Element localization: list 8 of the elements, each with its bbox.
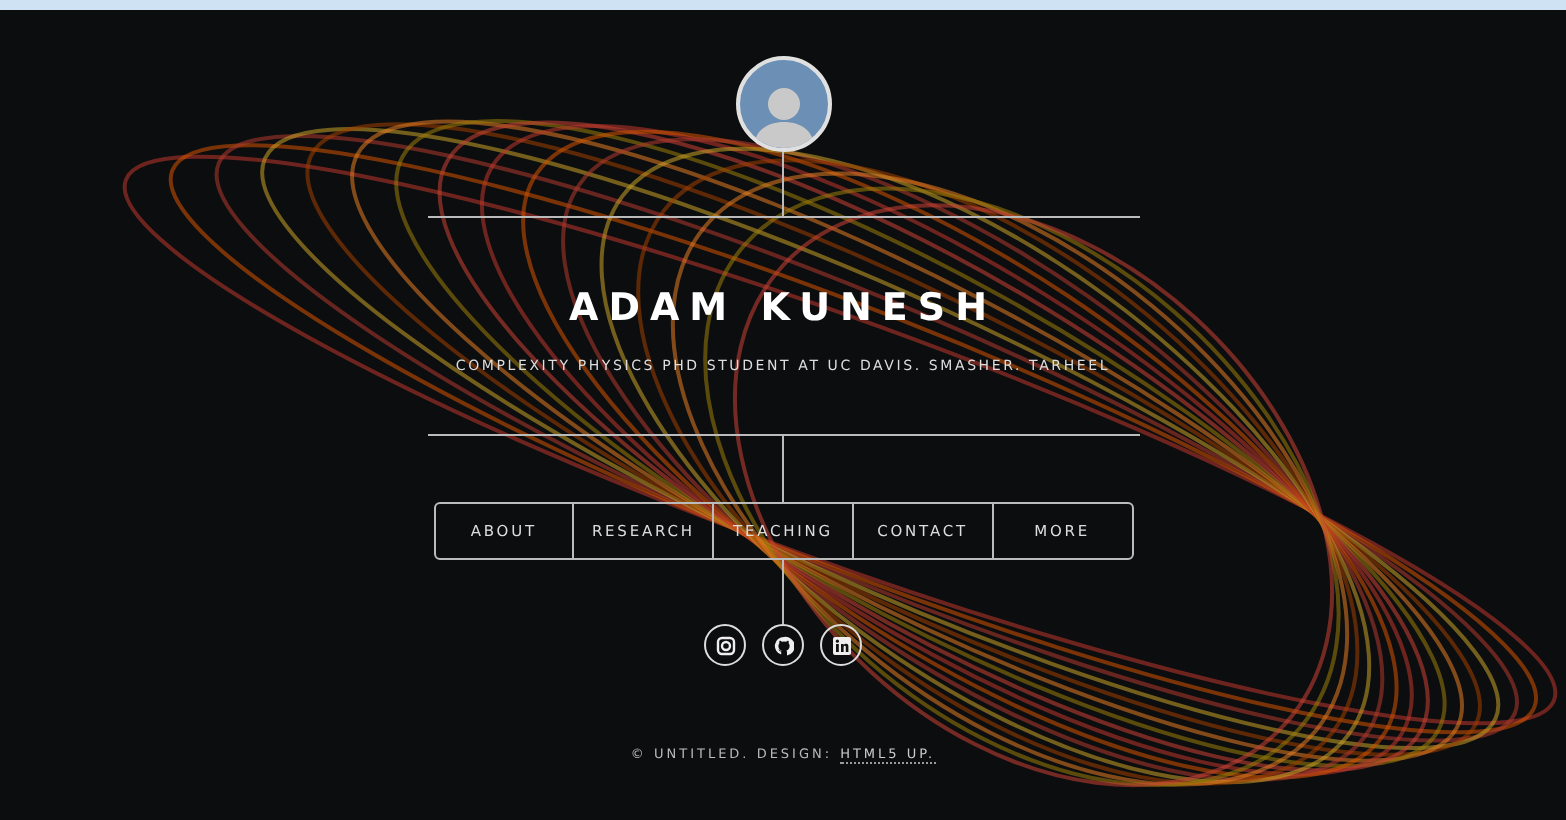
instagram-icon <box>715 635 735 655</box>
linkedin-icon <box>831 635 851 655</box>
social-link[interactable] <box>820 624 862 666</box>
social-link[interactable] <box>762 624 804 666</box>
github-icon <box>773 635 793 655</box>
avatar <box>735 56 831 152</box>
social-link[interactable] <box>704 624 746 666</box>
site-title: ADAM KUNESH <box>569 286 997 330</box>
